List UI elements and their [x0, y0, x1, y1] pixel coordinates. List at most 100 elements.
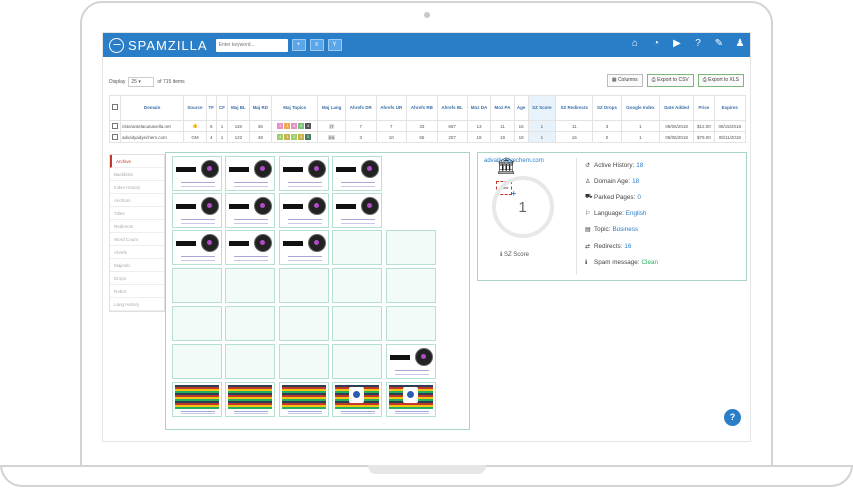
- archive-snapshot-thumbnail[interactable]: [279, 230, 329, 265]
- export-xls-button[interactable]: ⎙ Export to XLS: [697, 74, 744, 87]
- tab-backlinks[interactable]: Backlinks: [110, 168, 164, 181]
- tab-redirects[interactable]: Redirects: [110, 220, 164, 233]
- row-checkbox[interactable]: [112, 133, 118, 140]
- archive-snapshot-thumbnail[interactable]: [332, 268, 382, 303]
- domain-cell[interactable]: ristorantelacanavella.net: [119, 120, 185, 132]
- column-header[interactable]: Maj RD: [248, 95, 272, 121]
- tab-robot[interactable]: Robot: [110, 285, 164, 298]
- per-page-select[interactable]: 25 ▾: [128, 77, 155, 87]
- archive-snapshot-thumbnail[interactable]: [386, 306, 436, 341]
- archive-snapshot-thumbnail[interactable]: [279, 306, 329, 341]
- stat-value[interactable]: 0: [637, 194, 641, 201]
- archive-snapshot-thumbnail[interactable]: [172, 344, 222, 379]
- column-header[interactable]: Source: [183, 95, 207, 121]
- archive-snapshot-thumbnail[interactable]: [386, 230, 436, 265]
- column-header[interactable]: Moz PA: [490, 95, 515, 121]
- table-row[interactable]: advaityadyechem.com GM 4 1 122 48 4 1 2 2 2 EN 3 10 55…: [109, 131, 747, 143]
- user-icon[interactable]: ♟: [734, 38, 746, 50]
- column-header[interactable]: CF: [215, 95, 228, 121]
- column-header[interactable]: Age: [513, 95, 529, 121]
- columns-button[interactable]: ▦ Columns: [606, 74, 643, 87]
- help-chat-button[interactable]: ?: [724, 409, 741, 426]
- export-csv-button[interactable]: ⎙ Export to CSV: [646, 74, 694, 87]
- archive-snapshot-thumbnail[interactable]: [279, 344, 329, 379]
- tab-lang-history[interactable]: Lang History: [110, 298, 164, 311]
- column-header[interactable]: Ahrefs DR: [344, 95, 377, 121]
- archive-snapshot-thumbnail[interactable]: [225, 382, 275, 417]
- column-header[interactable]: Price: [693, 95, 715, 121]
- stat-value[interactable]: 16: [624, 243, 631, 250]
- archive-snapshot-thumbnail[interactable]: [172, 268, 222, 303]
- column-header[interactable]: SZ Score: [527, 95, 557, 121]
- archive-snapshot-thumbnail[interactable]: [172, 193, 222, 228]
- column-header[interactable]: SZ Drops: [592, 95, 622, 121]
- tab-titles[interactable]: Titles: [110, 207, 164, 220]
- column-header[interactable]: Ahrefs RB: [406, 95, 438, 121]
- archive-snapshot-thumbnail[interactable]: [386, 382, 436, 417]
- domain-cell[interactable]: advaityadyechem.com: [119, 131, 185, 143]
- tab-drops[interactable]: Drops: [110, 272, 164, 285]
- column-header[interactable]: Date Added: [659, 95, 695, 121]
- archive-snapshot-thumbnail[interactable]: [332, 306, 382, 341]
- archive-snapshot-thumbnail[interactable]: [172, 382, 222, 417]
- column-header[interactable]: Domain: [119, 95, 185, 121]
- archive-snapshot-thumbnail[interactable]: [279, 193, 329, 228]
- column-header[interactable]: Maj BL: [226, 95, 250, 121]
- archive-snapshot-thumbnail[interactable]: [279, 382, 329, 417]
- archive-snapshot-thumbnail[interactable]: [332, 193, 382, 228]
- column-header[interactable]: Moz DA: [466, 95, 492, 121]
- column-header[interactable]: [109, 95, 121, 121]
- archive-snapshot-thumbnail[interactable]: [225, 230, 275, 265]
- archive-snapshot-thumbnail[interactable]: [172, 230, 222, 265]
- archive-snapshot-thumbnail[interactable]: [279, 156, 329, 191]
- column-header[interactable]: Maj Topics: [270, 95, 319, 121]
- archive-snapshot-thumbnail[interactable]: [332, 156, 382, 191]
- stat-value[interactable]: 18: [636, 162, 643, 169]
- column-header[interactable]: Google Index: [620, 95, 661, 121]
- column-header[interactable]: Expires: [713, 95, 747, 121]
- archive-snapshot-thumbnail[interactable]: [225, 344, 275, 379]
- stat-value[interactable]: Business: [612, 226, 638, 233]
- play-icon[interactable]: ▶: [671, 38, 683, 50]
- archive-snapshot-thumbnail[interactable]: [332, 344, 382, 379]
- column-header[interactable]: Ahrefs UR: [375, 95, 408, 121]
- stat-value[interactable]: English: [626, 210, 647, 217]
- archive-snapshot-thumbnail[interactable]: [225, 193, 275, 228]
- score-domain-link[interactable]: advaityadyechem.com: [484, 158, 544, 164]
- tab-majestic[interactable]: Majestic: [110, 259, 164, 272]
- add-button[interactable]: +: [291, 39, 306, 51]
- archive-snapshot-thumbnail[interactable]: [225, 268, 275, 303]
- home-icon[interactable]: ⌂: [629, 38, 641, 50]
- tab-archive[interactable]: Archive: [110, 155, 164, 168]
- archive-snapshot-thumbnail[interactable]: [172, 306, 222, 341]
- row-checkbox[interactable]: [112, 122, 118, 129]
- column-header[interactable]: Ahrefs BL: [436, 95, 468, 121]
- logo[interactable]: SPAMZILLA: [109, 37, 208, 53]
- compass-icon[interactable]: ◔: [650, 38, 662, 50]
- wrench-icon[interactable]: ✎: [713, 38, 725, 50]
- table-row[interactable]: ristorantelacanavella.net 👍 6 1 119 36 1 1 4 4 4 IT…: [109, 120, 747, 132]
- stat-value[interactable]: Clean: [642, 259, 658, 266]
- column-header[interactable]: TF: [205, 95, 217, 121]
- table-header-row: Domain Source TF CF Maj BL Maj RD Maj Topics Ma…: [109, 95, 747, 121]
- archive-snapshot-thumbnail[interactable]: [172, 156, 222, 191]
- column-header[interactable]: SZ Redirects: [555, 95, 594, 121]
- archive-snapshot-thumbnail[interactable]: [279, 268, 329, 303]
- archive-snapshot-thumbnail[interactable]: [225, 306, 275, 341]
- column-header[interactable]: Maj Lang: [317, 95, 346, 121]
- stat-value[interactable]: 18: [632, 178, 639, 185]
- archive-snapshot-thumbnail[interactable]: [332, 230, 382, 265]
- tab-index-history[interactable]: Index History: [110, 181, 164, 194]
- tab-ahrefs[interactable]: Ahrefs: [110, 246, 164, 259]
- tab-anchors[interactable]: Anchors: [110, 194, 164, 207]
- filter-button[interactable]: Y: [327, 39, 342, 51]
- archive-snapshot-thumbnail[interactable]: [332, 382, 382, 417]
- archive-snapshot-thumbnail[interactable]: [386, 344, 436, 379]
- help-icon[interactable]: ?: [692, 38, 704, 50]
- archive-snapshot-thumbnail[interactable]: [386, 268, 436, 303]
- tab-word-count[interactable]: Word Count: [110, 233, 164, 246]
- search-input[interactable]: [215, 38, 288, 52]
- select-all-checkbox[interactable]: [112, 104, 118, 110]
- archive-snapshot-thumbnail[interactable]: [225, 156, 275, 191]
- list-button[interactable]: ≡: [309, 39, 324, 51]
